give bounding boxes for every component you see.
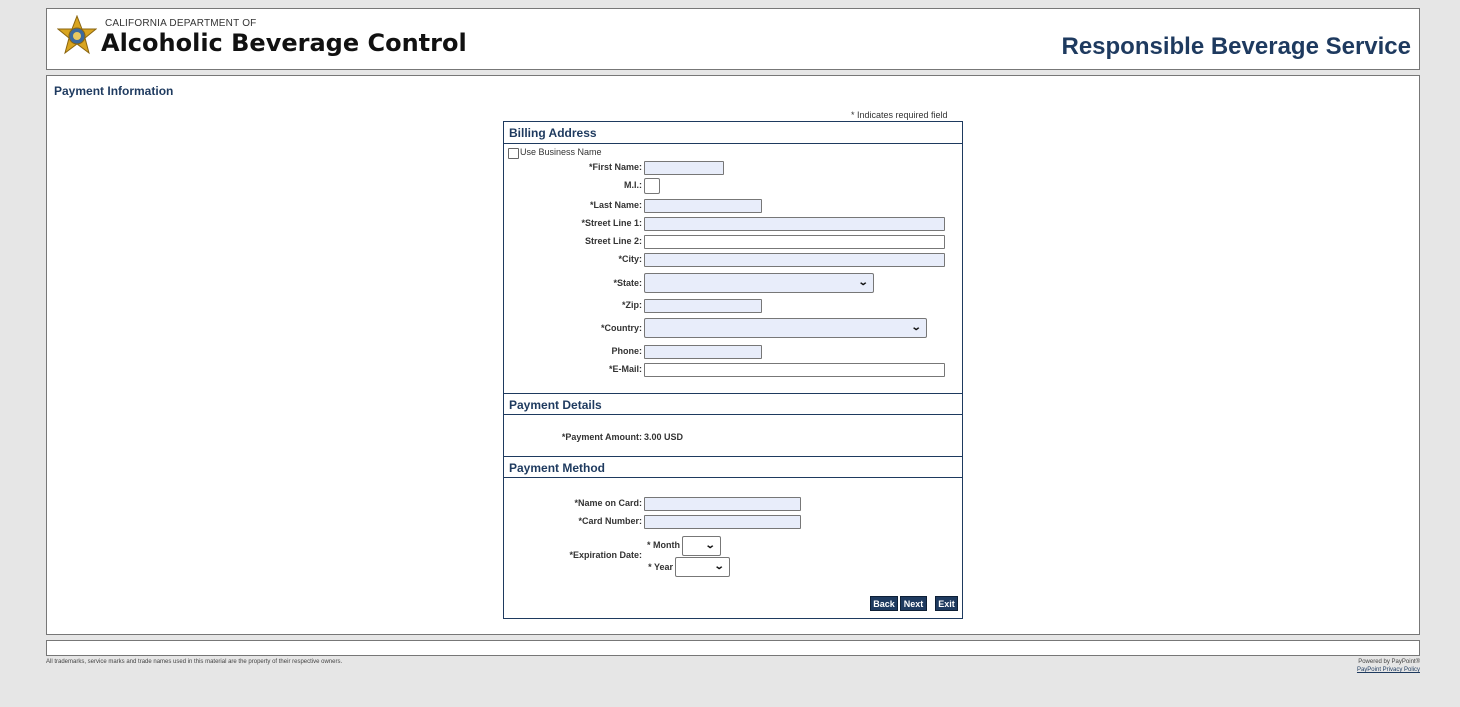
street1-field[interactable] <box>644 217 945 231</box>
main-panel: Payment Information * Indicates required… <box>46 75 1420 635</box>
zip-label: *Zip: <box>622 300 642 310</box>
month-label: * Month <box>647 540 680 550</box>
trademark-notice: All trademarks, service marks and trade … <box>46 659 343 665</box>
street2-label: Street Line 2: <box>584 236 642 246</box>
payment-details-heading: Payment Details <box>504 393 962 415</box>
expiration-label: *Expiration Date: <box>569 550 642 560</box>
billing-address-heading: Billing Address <box>504 122 962 144</box>
use-business-name-checkbox[interactable]: Use Business Name <box>504 144 634 159</box>
payment-amount-value: 3.00 USD <box>644 432 684 442</box>
phone-label: Phone: <box>611 346 643 356</box>
exit-button[interactable]: Exit <box>935 596 958 611</box>
city-field[interactable] <box>644 253 945 267</box>
month-select[interactable]: ⌄ <box>682 536 721 556</box>
checkbox-box[interactable] <box>508 148 519 159</box>
state-label: *State: <box>613 278 642 288</box>
last-name-field[interactable] <box>644 199 762 213</box>
name-on-card-label: *Name on Card: <box>574 498 642 508</box>
chevron-down-icon: ⌄ <box>857 277 869 288</box>
year-select[interactable]: ⌄ <box>675 557 730 577</box>
back-button[interactable]: Back <box>870 596 898 611</box>
powered-by-text: Powered by PayPoint® <box>1358 659 1420 665</box>
site-header: CALIFORNIA DEPARTMENT OF Alcoholic Bever… <box>46 8 1420 70</box>
chevron-down-icon: ⌄ <box>910 322 922 333</box>
dept-name: Alcoholic Beverage Control <box>101 29 467 57</box>
payment-form: Billing Address Use Business Name *First… <box>503 121 963 619</box>
street1-label: *Street Line 1: <box>581 218 642 228</box>
name-on-card-field[interactable] <box>644 497 801 511</box>
required-note: * Indicates required field <box>851 110 948 120</box>
privacy-policy-link[interactable]: PayPoint Privacy Policy <box>1357 667 1420 673</box>
card-number-label: *Card Number: <box>578 516 642 526</box>
mi-field[interactable] <box>644 178 660 194</box>
state-select[interactable]: ⌄ <box>644 273 874 293</box>
footer-links: Powered by PayPoint® PayPoint Privacy Po… <box>1357 658 1420 674</box>
year-label: * Year <box>648 562 673 572</box>
page-title: Payment Information <box>54 84 174 98</box>
next-button[interactable]: Next <box>900 596 927 611</box>
mi-label: M.I.: <box>624 180 642 190</box>
country-label: *Country: <box>601 323 642 333</box>
email-field[interactable] <box>644 363 945 377</box>
zip-field[interactable] <box>644 299 762 313</box>
site-title: Responsible Beverage Service <box>1061 33 1411 60</box>
dept-small-text: CALIFORNIA DEPARTMENT OF <box>105 18 257 29</box>
country-select[interactable]: ⌄ <box>644 318 927 338</box>
payment-amount-label: *Payment Amount: <box>561 432 642 442</box>
street2-field[interactable] <box>644 235 945 249</box>
payment-method-heading: Payment Method <box>504 456 962 478</box>
chevron-down-icon: ⌄ <box>713 561 725 572</box>
phone-field[interactable] <box>644 345 762 359</box>
checkbox-label: Use Business Name <box>520 147 602 157</box>
first-name-label: *First Name: <box>588 162 642 172</box>
chevron-down-icon: ⌄ <box>704 540 716 551</box>
email-label: *E-Mail: <box>608 364 642 374</box>
city-label: *City: <box>618 254 642 264</box>
card-number-field[interactable] <box>644 515 801 529</box>
abc-badge-icon <box>57 15 97 55</box>
last-name-label: *Last Name: <box>589 200 642 210</box>
footer-bar <box>46 640 1420 656</box>
first-name-field[interactable] <box>644 161 724 175</box>
